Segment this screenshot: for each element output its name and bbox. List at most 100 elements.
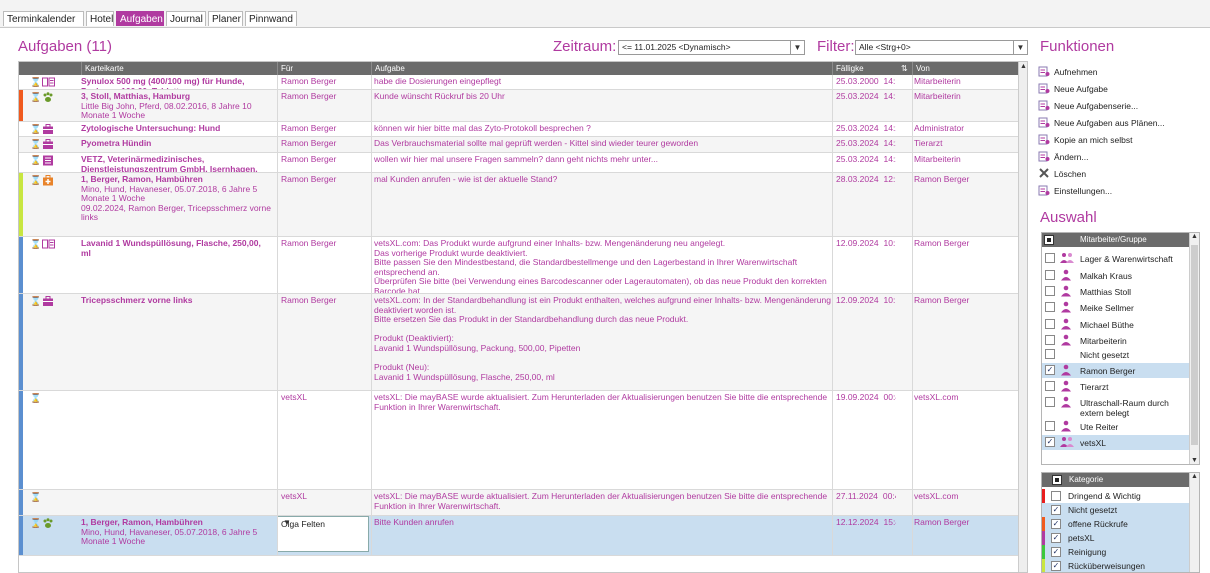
faelligkeit-cell: 25.03.2024 14:14 bbox=[836, 92, 896, 102]
checkbox[interactable] bbox=[1045, 349, 1055, 359]
checkbox[interactable]: ✓ bbox=[1051, 547, 1061, 557]
checkbox[interactable]: ✓ bbox=[1045, 365, 1055, 375]
grid-scrollbar[interactable]: ▲ bbox=[1018, 62, 1027, 572]
tab-planer[interactable]: Planer bbox=[208, 11, 243, 26]
mitarbeiter-item[interactable]: Malkah Kraus bbox=[1042, 268, 1190, 283]
tab-hotel[interactable]: Hotel bbox=[86, 11, 114, 26]
faelligkeit-cell: 12.12.2024 15:49 bbox=[836, 518, 896, 528]
table-row[interactable]: ⌛ Tricepsschmerz vorne links Ramon Berger v… bbox=[19, 294, 1027, 391]
faelligkeit-cell: 27.11.2024 00:42 bbox=[836, 492, 896, 502]
table-row[interactable]: ⌛ 3, Stoll, Matthias, Hamburg Little Big J… bbox=[19, 90, 1027, 122]
column-karteikarte[interactable]: Karteikarte bbox=[81, 62, 281, 75]
tab-terminkalender[interactable]: Terminkalender bbox=[3, 11, 84, 26]
mitarbeiter-item[interactable]: Ultraschall-Raum durch extern belegt bbox=[1042, 395, 1190, 418]
checkbox[interactable] bbox=[1045, 270, 1055, 280]
checkbox[interactable]: ✓ bbox=[1051, 561, 1061, 571]
table-row[interactable]: ⌛ Pyometra Hündin Ramon Berger Das Verbrauc… bbox=[19, 137, 1027, 153]
task-series-icon bbox=[1038, 100, 1050, 111]
table-row[interactable]: ⌛ Synulox 500 mg (400/100 mg) für Hunde, … bbox=[19, 75, 1027, 90]
sort-icon[interactable]: ⇅ bbox=[897, 62, 909, 75]
zeitraum-dropdown[interactable]: <= 11.01.2025 <Dynamisch> ▼ bbox=[618, 40, 805, 55]
column-faelligkeit[interactable]: Fälligke bbox=[832, 62, 897, 75]
funktion-label: Löschen bbox=[1054, 169, 1087, 179]
checkbox[interactable]: ✓ bbox=[1051, 519, 1061, 529]
mitarbeiter-item[interactable]: Lager & Warenwirtschaft bbox=[1042, 251, 1190, 266]
checkbox[interactable] bbox=[1045, 381, 1055, 391]
mitarbeiter-item[interactable]: Meike Sellmer bbox=[1042, 300, 1190, 315]
column-divider bbox=[277, 122, 278, 136]
scroll-thumb[interactable] bbox=[1191, 245, 1198, 445]
column-fuer[interactable]: Für bbox=[277, 62, 374, 75]
table-row[interactable]: ⌛ 1, Berger, Ramon, Hambühren Mino, Hund, … bbox=[19, 173, 1027, 237]
mitarbeiter-item[interactable]: Mitarbeiterin bbox=[1042, 333, 1190, 346]
mitarbeiter-item[interactable]: Ute Reiter bbox=[1042, 419, 1190, 434]
kategorie-item[interactable]: ✓ Rücküberweisungen bbox=[1042, 559, 1190, 572]
funktion-4[interactable]: Kopie an mich selbst bbox=[1038, 132, 1132, 148]
select-all-checkbox[interactable] bbox=[1052, 475, 1062, 485]
table-row[interactable]: ⌛ Zytologische Untersuchung: Hund Ramon Be… bbox=[19, 122, 1027, 137]
chevron-down-icon: ▼ bbox=[1013, 41, 1027, 54]
kategorie-item[interactable]: ✓ offene Rückrufe bbox=[1042, 517, 1190, 531]
checkbox[interactable] bbox=[1045, 335, 1055, 345]
checkbox[interactable] bbox=[1045, 421, 1055, 431]
tab-aufgaben[interactable]: Aufgaben bbox=[116, 11, 164, 26]
category-color-bar bbox=[1042, 545, 1045, 559]
funktion-6[interactable]: Löschen bbox=[1038, 166, 1086, 182]
kategorie-scrollbar[interactable]: ▲ bbox=[1189, 473, 1199, 572]
funktion-1[interactable]: Neue Aufgabe bbox=[1038, 81, 1108, 97]
kategorie-item[interactable]: ✓ Nicht gesetzt bbox=[1042, 503, 1190, 517]
scroll-up-icon[interactable]: ▲ bbox=[1191, 473, 1198, 480]
auswahl-title: Auswahl bbox=[1040, 209, 1097, 226]
funktion-3[interactable]: Neue Aufgaben aus Plänen... bbox=[1038, 115, 1165, 131]
mitarbeiter-item[interactable]: Matthias Stoll bbox=[1042, 284, 1190, 299]
checkbox[interactable]: ✓ bbox=[1045, 437, 1055, 447]
mitarbeiter-item[interactable]: Michael Büthe bbox=[1042, 317, 1190, 332]
table-row[interactable]: ⌛ vetsXL vetsXL: Die mayBASE wurde aktuali… bbox=[19, 391, 1027, 490]
funktion-2[interactable]: Neue Aufgabenserie... bbox=[1038, 98, 1138, 114]
assignee-dropdown[interactable]: Olga Felten ▼ bbox=[277, 516, 369, 552]
table-row[interactable]: ⌛ VETZ, Veterinärmedizinisches, Dienstlei… bbox=[19, 153, 1027, 173]
kategorie-item[interactable]: ✓ Reinigung bbox=[1042, 545, 1190, 559]
due-time: 14:14 bbox=[883, 92, 896, 101]
checkbox[interactable] bbox=[1045, 253, 1055, 263]
funktion-0[interactable]: Aufnehmen bbox=[1038, 64, 1097, 80]
checkbox[interactable] bbox=[1051, 491, 1061, 501]
faelligkeit-cell: 12.09.2024 10:10 bbox=[836, 296, 896, 306]
tab-pinnwand[interactable]: Pinnwand bbox=[245, 11, 297, 26]
tab-journal[interactable]: Journal bbox=[166, 11, 206, 26]
checkbox[interactable] bbox=[1045, 319, 1055, 329]
mitarbeiter-item[interactable]: Tierarzt bbox=[1042, 379, 1190, 394]
funktion-5[interactable]: Ändern... bbox=[1038, 149, 1089, 165]
karteikarte-cell: VETZ, Veterinärmedizinisches, Dienstleis… bbox=[81, 155, 273, 172]
scroll-up-icon[interactable]: ▲ bbox=[1191, 233, 1198, 240]
funktion-label: Ändern... bbox=[1054, 152, 1089, 162]
filter-dropdown[interactable]: Alle <Strg+0> ▼ bbox=[855, 40, 1028, 55]
funktion-7[interactable]: Einstellungen... bbox=[1038, 183, 1112, 199]
table-row[interactable]: ⌛ Lavanid 1 Wundspüllösung, Flasche, 250,… bbox=[19, 237, 1027, 294]
table-row[interactable]: ⌛ vetsXL vetsXL: Die mayBASE wurde aktuali… bbox=[19, 490, 1027, 516]
column-divider bbox=[832, 122, 833, 136]
karteikarte-subtitle: Little Big John, Pferd, 08.02.2016, 8 Ja… bbox=[81, 100, 252, 121]
checkbox[interactable]: ✓ bbox=[1051, 505, 1061, 515]
plan-task-icon bbox=[1038, 117, 1050, 128]
mitarbeiter-item[interactable]: ✓ vetsXL bbox=[1042, 435, 1190, 450]
table-row[interactable]: ⌛ 1, Berger, Ramon, Hambühren Mino, Hund, … bbox=[19, 516, 1027, 556]
checkbox[interactable] bbox=[1045, 302, 1055, 312]
checkbox[interactable] bbox=[1045, 286, 1055, 296]
mitarbeiter-item[interactable]: ✓ Ramon Berger bbox=[1042, 363, 1190, 378]
mitarbeiter-scrollbar[interactable]: ▲ ▼ bbox=[1189, 233, 1199, 464]
scroll-down-icon[interactable]: ▼ bbox=[1191, 457, 1198, 464]
group-icon bbox=[1060, 436, 1074, 448]
column-aufgabe[interactable]: Aufgabe bbox=[371, 62, 831, 75]
select-all-checkbox[interactable] bbox=[1044, 235, 1054, 245]
checkbox[interactable]: ✓ bbox=[1051, 533, 1061, 543]
von-cell: Ramon Berger bbox=[914, 239, 970, 248]
scroll-up-icon[interactable]: ▲ bbox=[1020, 63, 1027, 70]
column-von[interactable]: Von bbox=[912, 62, 1019, 75]
mitarbeiter-item[interactable]: Nicht gesetzt bbox=[1042, 347, 1190, 362]
column-divider bbox=[912, 122, 913, 136]
kategorie-item[interactable]: ✓ petsXL bbox=[1042, 531, 1190, 545]
kategorie-item[interactable]: Dringend & Wichtig bbox=[1042, 489, 1190, 503]
checkbox[interactable] bbox=[1045, 397, 1055, 407]
column-divider bbox=[832, 153, 833, 172]
